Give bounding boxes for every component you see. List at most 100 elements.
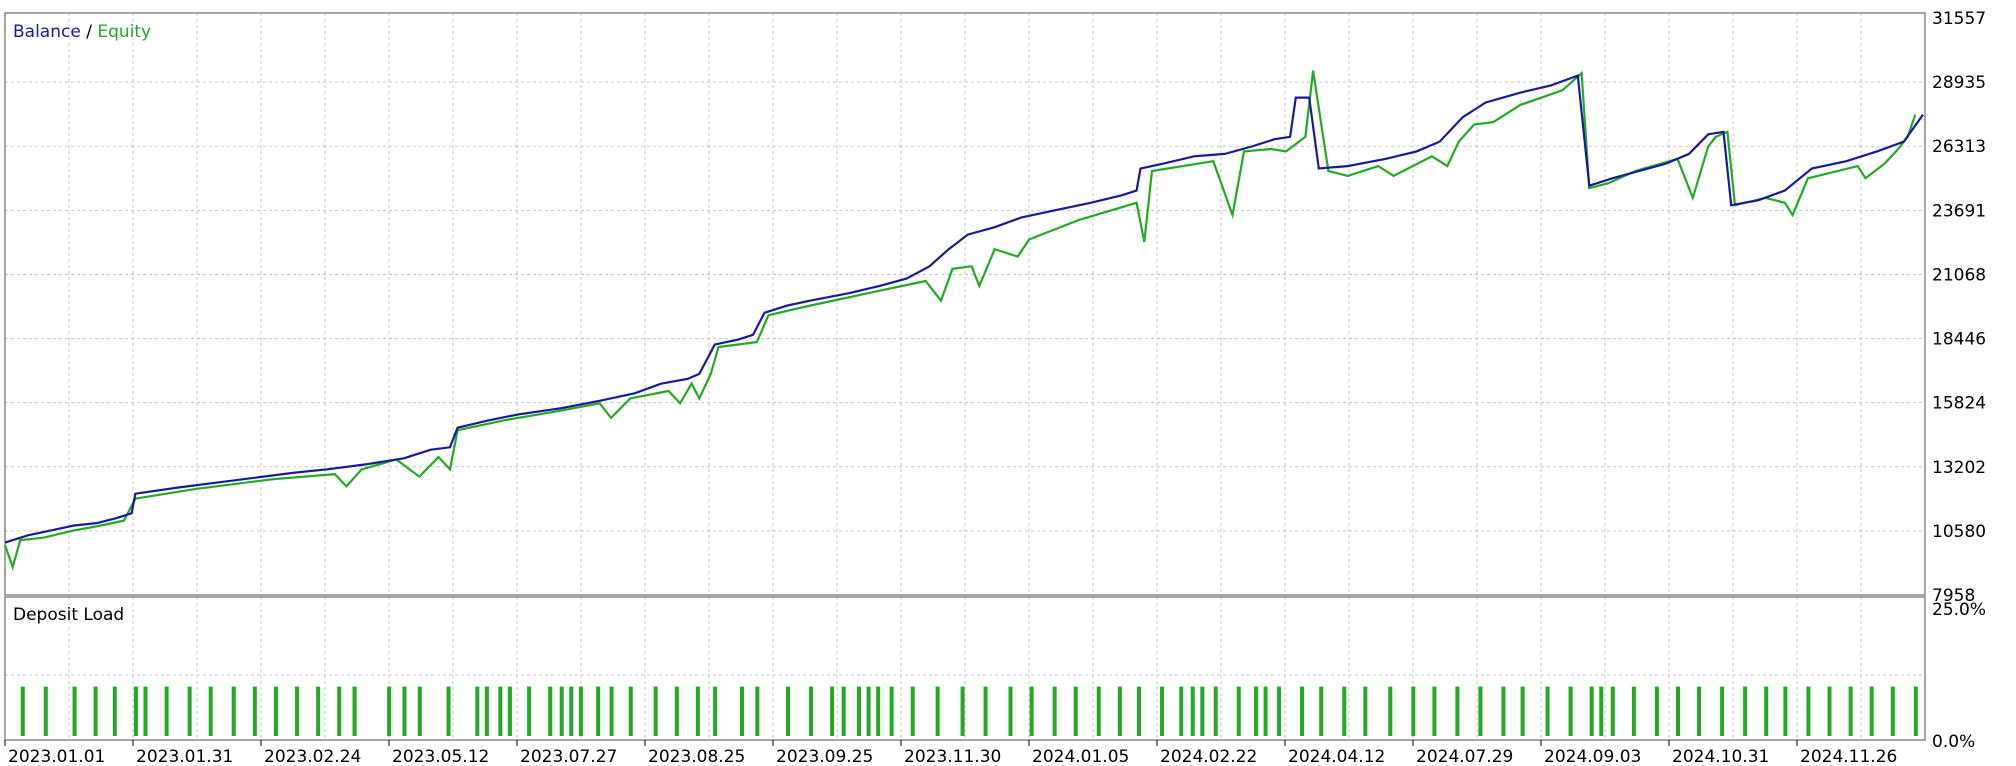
- deposit-load-bar: [1720, 686, 1725, 736]
- deposit-load-bar: [1631, 686, 1636, 736]
- deposit-load-bar: [786, 686, 791, 736]
- deposit-load-bar: [1160, 686, 1165, 736]
- deposit-load-bar: [507, 686, 512, 736]
- deposit-load-bar: [402, 686, 407, 736]
- deposit-load-bar: [164, 686, 169, 736]
- deposit-load-bar: [1254, 686, 1259, 736]
- x-tick-label: 2024.04.12: [1288, 747, 1385, 766]
- legend-balance: Balance: [13, 22, 81, 42]
- legend-separator: /: [81, 22, 98, 42]
- deposit-load-bar: [713, 686, 718, 736]
- deposit-load-bar: [295, 686, 300, 736]
- deposit-panel-title: Deposit Load: [13, 605, 124, 625]
- deposit-load-bar: [1008, 686, 1013, 736]
- deposit-load-bar: [960, 686, 965, 736]
- deposit-load-bar: [252, 686, 257, 736]
- deposit-load-bar: [1848, 686, 1853, 736]
- deposit-load-bar: [231, 686, 236, 736]
- deposit-load-bar: [1478, 686, 1483, 736]
- x-tick-label: 2024.01.05: [1032, 747, 1129, 766]
- deposit-load-bar: [1913, 686, 1918, 736]
- deposit-load-bar: [695, 686, 700, 736]
- deposit-load-bar: [484, 686, 489, 736]
- deposit-load-bar: [889, 686, 894, 736]
- deposit-load-bar: [548, 686, 553, 736]
- deposit-load-bar: [1073, 686, 1078, 736]
- deposit-y-bottom-label: 0.0%: [1932, 732, 1975, 752]
- deposit-load-bar: [1697, 686, 1702, 736]
- deposit-load-bar: [578, 686, 583, 736]
- deposit-load-bar: [1179, 686, 1184, 736]
- deposit-load-bar: [1342, 686, 1347, 736]
- deposit-load-bar: [316, 686, 321, 736]
- x-tick-label: 2023.01.31: [136, 747, 233, 766]
- deposit-load-bar: [1610, 686, 1615, 736]
- deposit-load-bar: [1545, 686, 1550, 736]
- deposit-load-bar: [1263, 686, 1268, 736]
- deposit-load-bar: [740, 686, 745, 736]
- deposit-load-bar: [1806, 686, 1811, 736]
- y-tick-label: 15824: [1932, 394, 1986, 414]
- deposit-load-bar: [417, 686, 422, 736]
- deposit-load-bar: [143, 686, 148, 736]
- deposit-load-bar: [910, 686, 915, 736]
- deposit-load-bar: [809, 686, 814, 736]
- deposit-load-bar: [1236, 686, 1241, 736]
- y-tick-label: 13202: [1932, 458, 1986, 478]
- deposit-load-bar: [273, 686, 278, 736]
- deposit-load-bar: [1117, 686, 1122, 736]
- deposit-load-bar: [596, 686, 601, 736]
- deposit-load-bar: [475, 686, 480, 736]
- deposit-load-bar: [755, 686, 760, 736]
- deposit-load-bar: [93, 686, 98, 736]
- deposit-load-bar: [1096, 686, 1101, 736]
- x-tick-label: 2023.08.25: [648, 747, 745, 766]
- y-tick-label: 23691: [1932, 201, 1986, 221]
- y-tick-label: 10580: [1932, 522, 1986, 542]
- deposit-load-bar: [1300, 686, 1305, 736]
- deposit-load-bar: [1783, 686, 1788, 736]
- deposit-load-bar: [1455, 686, 1460, 736]
- x-tick-label: 2024.02.22: [1160, 747, 1257, 766]
- deposit-load-bar: [1890, 686, 1895, 736]
- deposit-load-bar: [43, 686, 48, 736]
- deposit-load-bar: [20, 686, 25, 736]
- deposit-load-bar: [387, 686, 392, 736]
- deposit-load-bar: [1411, 686, 1416, 736]
- deposit-load-bar: [527, 686, 532, 736]
- deposit-load-bar: [1869, 686, 1874, 736]
- deposit-load-bar: [876, 686, 881, 736]
- deposit-load-bar: [208, 686, 213, 736]
- deposit-load-bar: [72, 686, 77, 736]
- deposit-load-bar: [841, 686, 846, 736]
- chart-legend: Balance / Equity: [13, 22, 151, 42]
- deposit-load-bar: [1501, 686, 1506, 736]
- deposit-load-bar: [1654, 686, 1659, 736]
- x-tick-label: 2023.01.01: [8, 747, 105, 766]
- deposit-load-bar: [1363, 686, 1368, 736]
- deposit-load-bar: [609, 686, 614, 736]
- y-tick-label: 21068: [1932, 265, 1986, 285]
- deposit-load-bar: [337, 686, 342, 736]
- deposit-load-bar: [628, 686, 633, 736]
- deposit-load-bar: [1743, 686, 1748, 736]
- deposit-load-bar: [1764, 686, 1769, 736]
- deposit-load-bar: [1432, 686, 1437, 736]
- deposit-load-bar: [674, 686, 679, 736]
- deposit-load-bar: [1568, 686, 1573, 736]
- deposit-load-bar: [446, 686, 451, 736]
- deposit-load-bar: [830, 686, 835, 736]
- x-tick-label: 2023.07.27: [520, 747, 617, 766]
- deposit-load-bar: [1599, 686, 1604, 736]
- deposit-load-bar: [1277, 686, 1282, 736]
- deposit-load-bar: [133, 686, 138, 736]
- deposit-load-bar: [498, 686, 503, 736]
- deposit-load-bar: [352, 686, 357, 736]
- deposit-load-bar: [112, 686, 117, 736]
- x-tick-label: 2023.02.24: [264, 747, 361, 766]
- x-tick-label: 2023.05.12: [392, 747, 489, 766]
- chart-canvas: 31557 28935 26313 23691 21068 18446 15824 13202…: [0, 0, 2016, 766]
- deposit-load-bar: [1520, 686, 1525, 736]
- y-tick-label: 26313: [1932, 137, 1986, 157]
- deposit-load-bar: [1052, 686, 1057, 736]
